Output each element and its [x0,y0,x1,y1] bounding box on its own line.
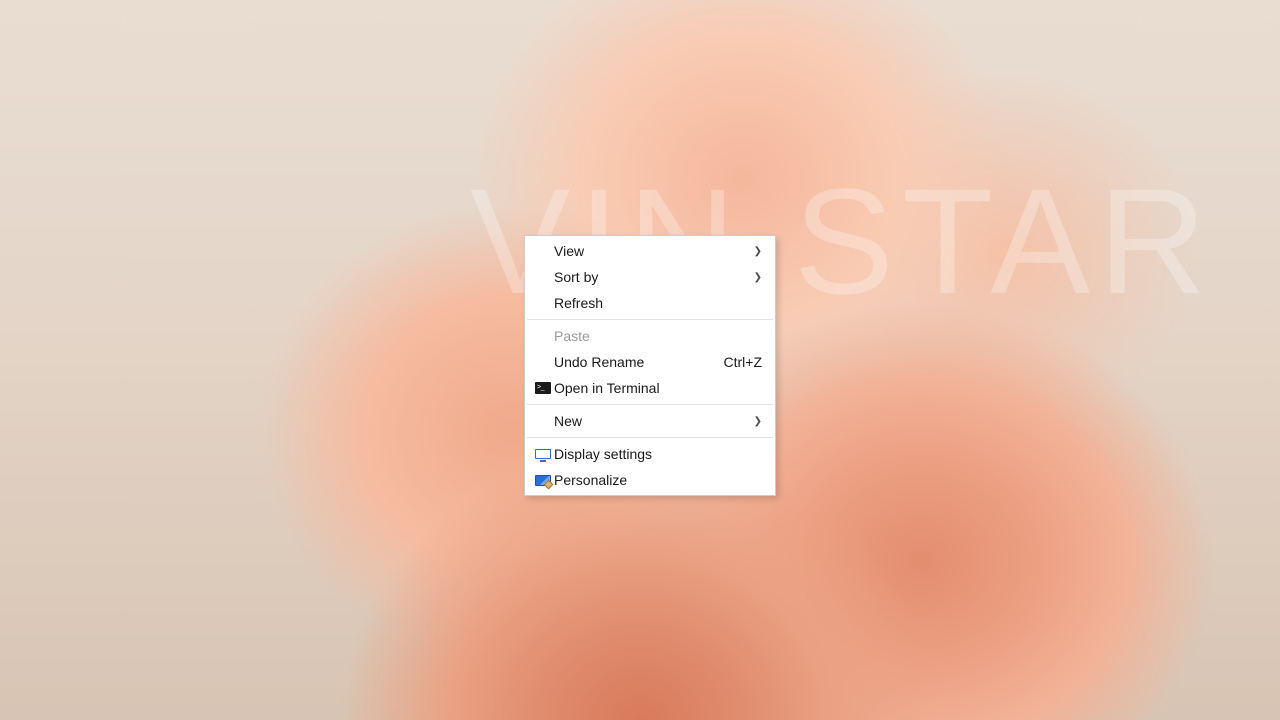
menu-label-view: View [554,243,742,259]
desktop-context-menu: View ❯ Sort by ❯ Refresh Paste Undo Rena… [524,235,776,496]
personalize-icon [532,475,554,486]
menu-item-new[interactable]: New ❯ [526,408,774,434]
menu-label-undo-rename: Undo Rename [554,354,712,370]
menu-separator [527,437,773,438]
menu-item-personalize[interactable]: Personalize [526,467,774,493]
menu-item-display-settings[interactable]: Display settings [526,441,774,467]
menu-item-sort-by[interactable]: Sort by ❯ [526,264,774,290]
menu-item-paste: Paste [526,323,774,349]
menu-label-sort-by: Sort by [554,269,742,285]
desktop-wallpaper[interactable]: VIN STAR View ❯ Sort by ❯ Refresh Paste [0,0,1280,720]
menu-item-open-terminal[interactable]: Open in Terminal [526,375,774,401]
menu-label-open-terminal: Open in Terminal [554,380,762,396]
menu-item-undo-rename[interactable]: Undo Rename Ctrl+Z [526,349,774,375]
menu-item-view[interactable]: View ❯ [526,238,774,264]
chevron-right-icon: ❯ [754,246,762,257]
menu-separator [527,404,773,405]
display-icon [532,449,554,459]
menu-label-display-settings: Display settings [554,446,762,462]
chevron-right-icon: ❯ [754,272,762,283]
menu-label-refresh: Refresh [554,295,762,311]
menu-label-personalize: Personalize [554,472,762,488]
menu-shortcut-undo-rename: Ctrl+Z [724,354,763,370]
terminal-icon [532,382,554,394]
menu-label-new: New [554,413,742,429]
menu-separator [527,319,773,320]
menu-item-refresh[interactable]: Refresh [526,290,774,316]
menu-label-paste: Paste [554,328,762,344]
chevron-right-icon: ❯ [754,416,762,427]
